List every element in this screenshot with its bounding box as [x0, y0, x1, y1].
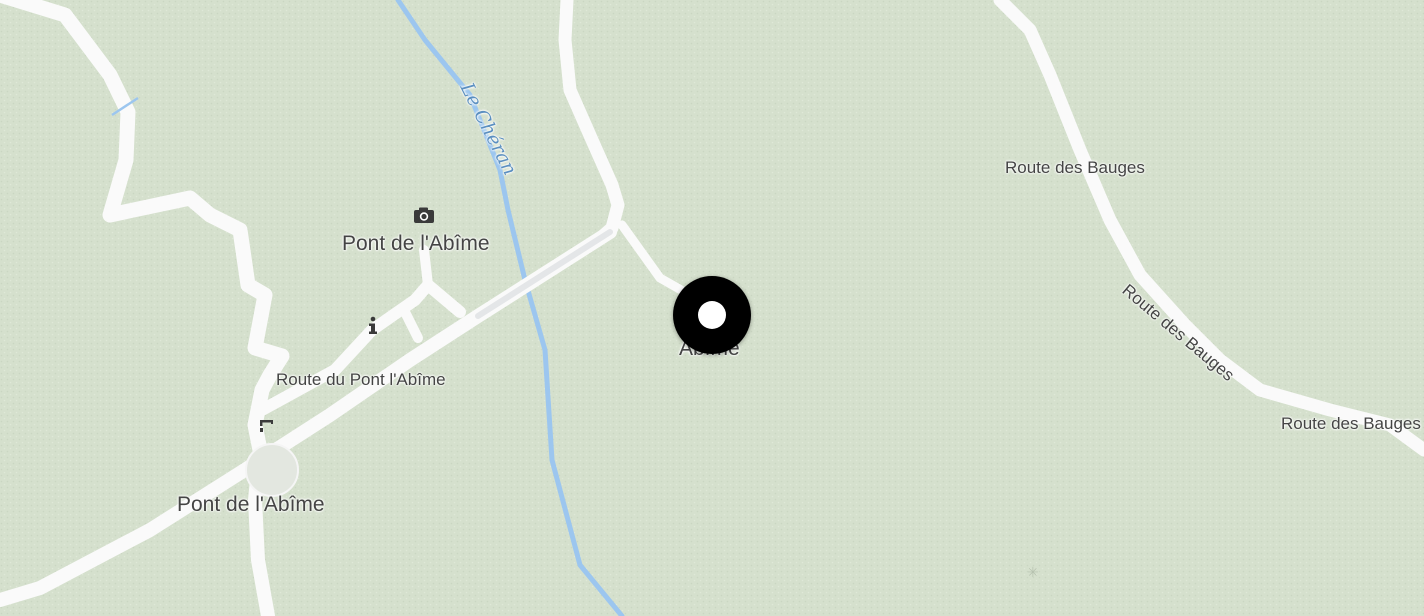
- road-label-route-des-bauges-east: Route des Bauges: [1281, 414, 1421, 433]
- location-marker-icon[interactable]: [673, 276, 751, 354]
- road-label-route-des-bauges-north: Route des Bauges: [1005, 158, 1145, 177]
- camera-icon[interactable]: [413, 207, 435, 224]
- junction-area: [245, 443, 299, 497]
- peak-icon: ✳: [1027, 565, 1039, 581]
- location-marker-center: [698, 301, 726, 329]
- info-icon[interactable]: [367, 316, 379, 335]
- map-canvas[interactable]: ✳ Pont de l'Abîme Pont de l'Abîme Route …: [0, 0, 1424, 616]
- poi-label-pont-de-labime-north[interactable]: Pont de l'Abîme: [342, 232, 490, 256]
- road-label-route-du-pont: Route du Pont l'Abîme: [276, 370, 446, 389]
- bus-stop-icon[interactable]: [258, 418, 276, 434]
- poi-label-pont-de-labime-south[interactable]: Pont de l'Abîme: [177, 493, 325, 517]
